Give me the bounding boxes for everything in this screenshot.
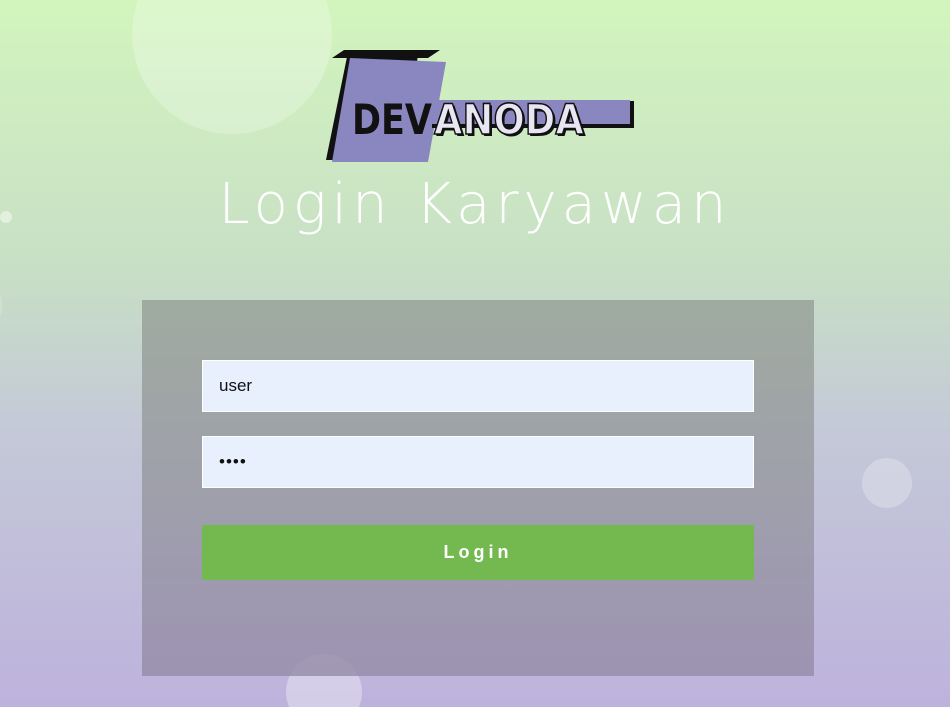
decorative-bubble bbox=[0, 285, 2, 325]
login-panel: Login bbox=[142, 300, 814, 676]
decorative-bubble bbox=[862, 458, 912, 508]
page-title: Login Karyawan bbox=[218, 172, 732, 237]
logo-text-dev: DEV bbox=[352, 95, 432, 144]
logo-text-anoda: ANODA bbox=[434, 95, 584, 144]
devanoda-logo: DEV ANODA ANODA bbox=[322, 50, 636, 164]
decorative-bubble bbox=[132, 0, 332, 134]
password-input[interactable] bbox=[202, 436, 754, 488]
username-input[interactable] bbox=[202, 360, 754, 412]
login-button[interactable]: Login bbox=[202, 525, 754, 580]
